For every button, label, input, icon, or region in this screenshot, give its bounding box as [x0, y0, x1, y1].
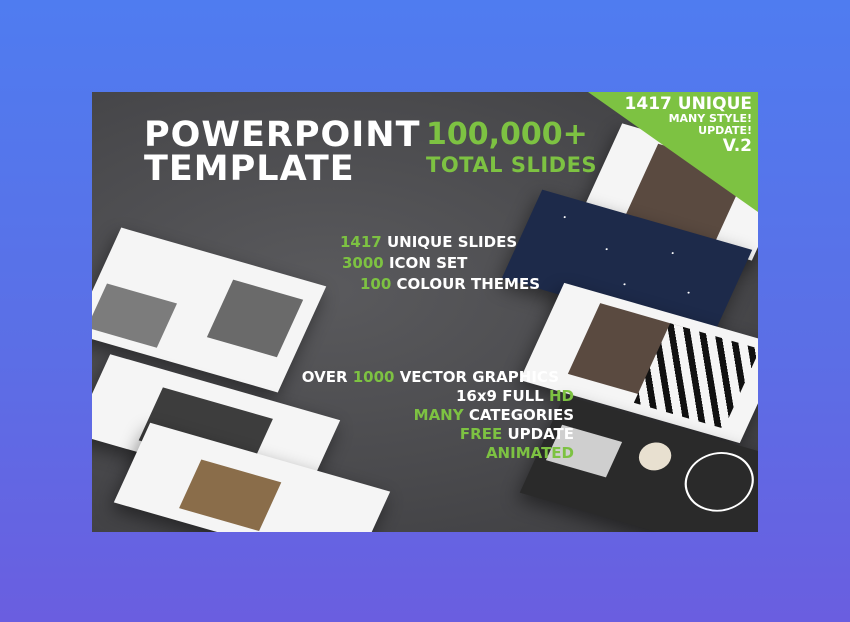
- coffee-cup-image: [634, 438, 677, 475]
- star-dot: [623, 283, 626, 286]
- feature-text: COLOUR THEMES: [391, 275, 541, 293]
- feature-list-bottom: OVER 1000 VECTOR GRAPHICS 16x9 FULL HD M…: [302, 368, 574, 463]
- deer-image: [92, 283, 177, 348]
- feature-item: 16x9 FULL HD: [302, 387, 574, 406]
- feature-text: 16x9 FULL: [456, 387, 549, 405]
- feature-list-top: 1417 UNIQUE SLIDES 3000 ICON SET 100 COL…: [330, 232, 540, 295]
- feature-text: ICON SET: [383, 254, 468, 272]
- corner-line-4: V.2: [722, 136, 752, 157]
- star-dot: [671, 251, 675, 255]
- feature-number: 1417: [340, 233, 382, 251]
- total-slides-label: TOTAL SLIDES: [426, 153, 598, 177]
- banner-title: POWERPOINT TEMPLATE: [144, 118, 420, 189]
- quote-block: [206, 279, 304, 358]
- feature-number: 1000: [352, 368, 395, 386]
- feature-text: VECTOR GRAPHICS: [394, 368, 559, 386]
- feature-highlight: MANY: [413, 406, 464, 424]
- star-dot: [605, 247, 609, 251]
- logo-circle: [674, 444, 758, 520]
- feature-item: OVER 1000 VECTOR GRAPHICS: [302, 368, 559, 387]
- feature-item: 1417 UNIQUE SLIDES: [340, 232, 540, 253]
- feature-text: CATEGORIES: [463, 406, 574, 424]
- feature-highlight: HD: [548, 387, 574, 405]
- feature-number: 100: [360, 275, 392, 293]
- desktop-image: [179, 459, 282, 532]
- feature-item: FREE UPDATE: [302, 425, 574, 444]
- feature-text: OVER: [301, 368, 353, 386]
- feature-item: MANY CATEGORIES: [302, 406, 574, 425]
- feature-item: 3000 ICON SET: [342, 253, 540, 274]
- feature-item: 100 COLOUR THEMES: [360, 274, 540, 295]
- total-slides: 100,000+ TOTAL SLIDES: [426, 120, 597, 180]
- feature-text: UNIQUE SLIDES: [381, 233, 518, 251]
- title-line-2: TEMPLATE: [144, 149, 355, 189]
- star-dot: [687, 291, 690, 294]
- star-dot: [563, 215, 567, 219]
- corner-ribbon-text: 1417 UNIQUE MANY STYLE! UPDATE! V.2: [624, 94, 752, 157]
- corner-line-1: 1417 UNIQUE: [624, 94, 752, 114]
- feature-text: UPDATE: [502, 425, 574, 443]
- product-banner: POWERPOINT TEMPLATE 100,000+ TOTAL SLIDE…: [92, 92, 758, 532]
- feature-highlight: FREE: [459, 425, 503, 443]
- feature-item-animated: ANIMATED: [485, 444, 574, 462]
- feature-number: 3000: [342, 254, 384, 272]
- total-slides-number: 100,000+: [426, 117, 588, 152]
